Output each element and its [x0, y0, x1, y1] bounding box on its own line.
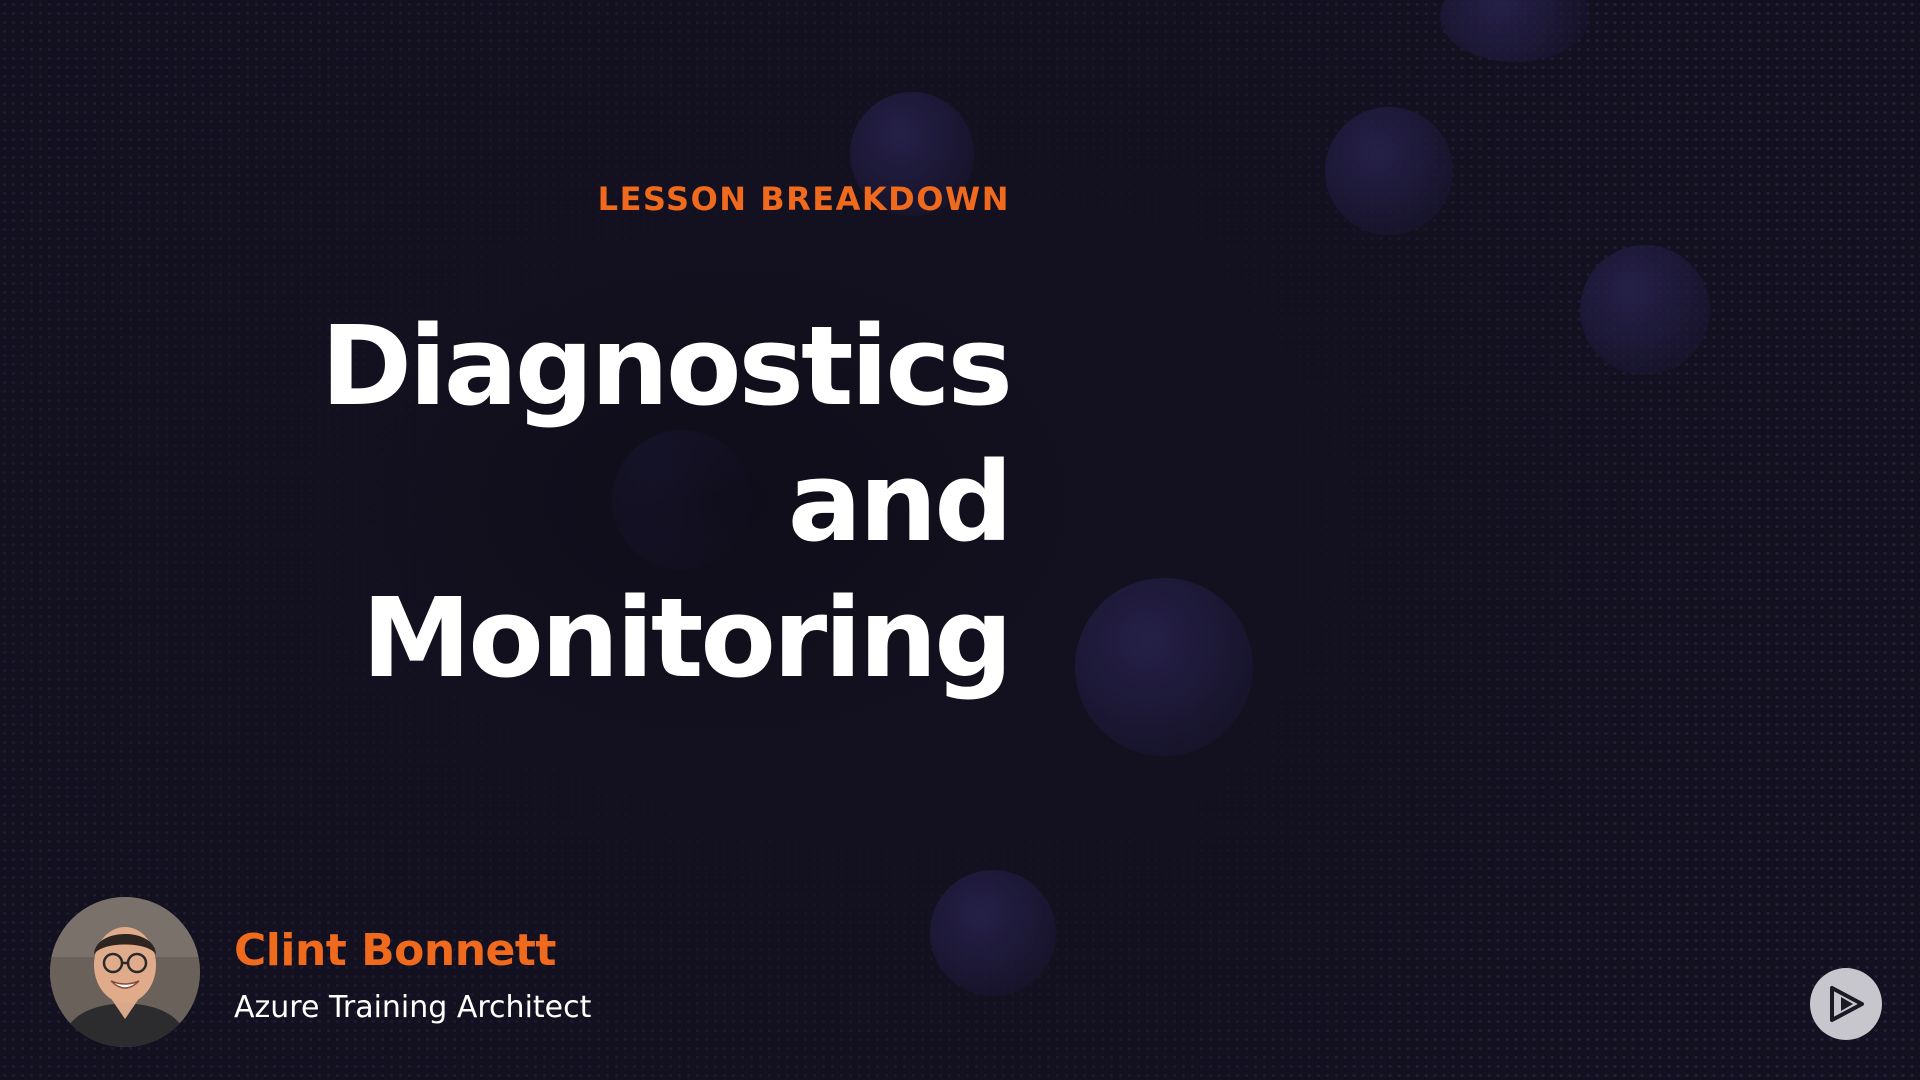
title-line: Monitoring [361, 574, 1013, 702]
decorative-bubble [1075, 578, 1253, 756]
presenter-avatar [50, 897, 200, 1047]
lesson-title-slide: LESSON BREAKDOWN Diagnostics and Monitor… [0, 0, 1920, 1080]
title-line: Diagnostics [320, 302, 1013, 430]
presenter-name: Clint Bonnett [234, 925, 556, 976]
presenter-role: Azure Training Architect [234, 990, 592, 1025]
title-line: and [787, 438, 1013, 566]
lesson-eyebrow-label: LESSON BREAKDOWN [597, 180, 1010, 218]
decorative-bubble [930, 870, 1056, 996]
decorative-bubble [1325, 107, 1453, 235]
decorative-bubble [1580, 245, 1710, 375]
lesson-title: Diagnostics and Monitoring [320, 298, 1013, 706]
dot-pattern-right [1160, 0, 1920, 1080]
play-logo-icon [1810, 968, 1882, 1040]
